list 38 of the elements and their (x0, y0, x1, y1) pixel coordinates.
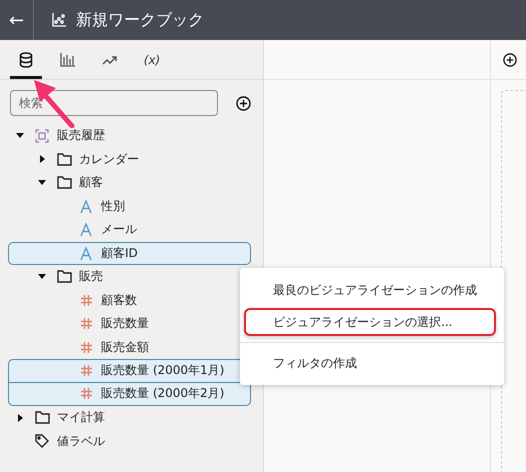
text-attribute-icon (80, 223, 92, 236)
expanded-caret-icon[interactable] (38, 180, 46, 186)
folder-icon (56, 176, 72, 190)
text-attribute-icon (80, 200, 92, 213)
tree-item[interactable]: 販売数量 (2000年2月) (8, 382, 251, 406)
collapsed-caret-icon[interactable] (40, 155, 44, 164)
tree-item[interactable]: マイ計算 (8, 406, 251, 430)
number-icon (80, 317, 92, 330)
menu-item[interactable]: ビジュアライゼーションの選択... (244, 308, 496, 336)
expanded-caret-icon[interactable] (16, 133, 24, 138)
tree-item[interactable]: 顧客 (8, 171, 251, 194)
database-icon (19, 52, 33, 68)
add-icon[interactable] (236, 96, 251, 110)
text-attribute-icon (80, 246, 92, 260)
add-icon[interactable] (503, 52, 517, 66)
tree-item[interactable]: 値ラベル (8, 430, 251, 453)
expanded-caret-icon[interactable] (38, 274, 46, 280)
number-icon (80, 340, 92, 354)
trend-icon (102, 54, 118, 64)
number-icon (80, 364, 92, 378)
tree-item[interactable]: 顧客ID (8, 242, 251, 265)
workbook-icon (52, 13, 66, 27)
calculation-tab[interactable]: (x) (136, 40, 168, 79)
number-icon (80, 387, 92, 400)
tree-item[interactable]: 販売履歴 (8, 124, 251, 148)
bar-chart-icon (60, 52, 76, 67)
search-field[interactable]: 検索 (10, 90, 218, 116)
tree-item[interactable]: カレンダー (8, 148, 251, 171)
folder-icon (34, 411, 50, 424)
collapsed-caret-icon[interactable] (18, 414, 22, 422)
folder-icon (56, 270, 72, 284)
tag-icon (35, 434, 49, 448)
number-icon (80, 294, 92, 307)
folder-icon (56, 152, 72, 166)
workbook-title: 新規ワークブック (76, 10, 204, 30)
tree-item[interactable]: 性別 (8, 194, 251, 218)
dataset-icon (35, 128, 49, 143)
tree-item[interactable]: メール (8, 218, 251, 242)
